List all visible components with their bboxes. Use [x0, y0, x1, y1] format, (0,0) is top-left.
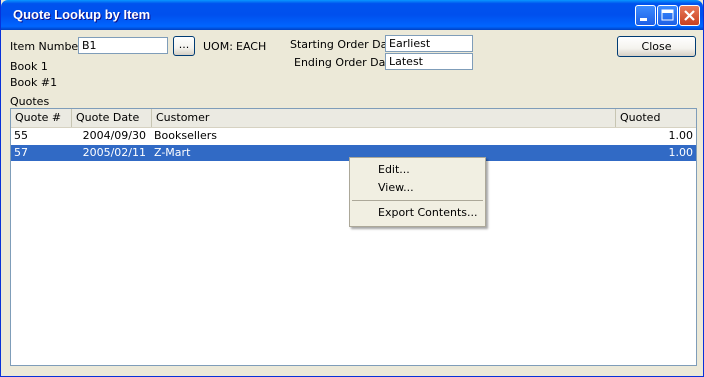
quotes-section-label: Quotes — [10, 95, 50, 108]
close-icon — [684, 10, 695, 21]
close-window-button[interactable] — [679, 5, 700, 26]
item-browse-button[interactable]: ... — [173, 36, 195, 56]
item-description-2: Book #1 — [10, 76, 58, 89]
column-header-quote-number[interactable]: Quote # — [11, 109, 72, 127]
title-bar[interactable]: Quote Lookup by Item — [1, 0, 703, 30]
item-number-label: Item Number: — [10, 40, 87, 53]
minimize-icon — [640, 18, 647, 21]
item-number-field[interactable]: B1 — [78, 37, 168, 54]
menu-item-view[interactable]: View... — [352, 179, 483, 197]
list-header: Quote # Quote Date Customer Quoted — [11, 109, 696, 128]
quote-date-cell: 2005/02/11 — [82, 146, 146, 159]
customer-cell: Booksellers — [154, 129, 218, 142]
quoted-cell: 1.00 — [668, 146, 694, 159]
quote-number-cell: 57 — [14, 146, 28, 159]
close-button[interactable]: Close — [617, 36, 696, 57]
minimize-button[interactable] — [635, 5, 656, 26]
quote-date-cell: 2004/09/30 — [82, 129, 146, 142]
quote-number-cell: 55 — [14, 129, 28, 142]
quotes-list[interactable]: Quote # Quote Date Customer Quoted 55 20… — [10, 108, 697, 366]
maximize-button[interactable] — [657, 5, 678, 26]
context-menu: Edit... View... Export Contents... — [349, 157, 486, 227]
column-header-quote-date[interactable]: Quote Date — [72, 109, 152, 127]
menu-separator — [352, 200, 483, 201]
quote-lookup-window: Quote Lookup by Item Item Number: B1 ...… — [0, 0, 704, 377]
starting-order-date-label: Starting Order Date — [290, 38, 399, 51]
item-description-1: Book 1 — [10, 60, 48, 73]
window-title: Quote Lookup by Item — [13, 7, 151, 22]
uom-label: UOM: — [203, 40, 233, 53]
menu-item-edit[interactable]: Edit... — [352, 161, 483, 179]
quoted-cell: 1.00 — [668, 129, 694, 142]
table-row[interactable]: 55 2004/09/30 Booksellers 1.00 — [11, 128, 696, 144]
ending-order-date-label: Ending Order Date — [294, 56, 397, 69]
column-header-quoted[interactable]: Quoted — [616, 109, 696, 127]
maximize-icon — [661, 9, 674, 21]
column-header-customer[interactable]: Customer — [152, 109, 616, 127]
uom-value: EACH — [236, 40, 267, 53]
starting-order-date-field[interactable]: Earliest — [385, 35, 473, 52]
menu-item-export-contents[interactable]: Export Contents... — [352, 204, 483, 222]
ending-order-date-field[interactable]: Latest — [385, 53, 473, 70]
